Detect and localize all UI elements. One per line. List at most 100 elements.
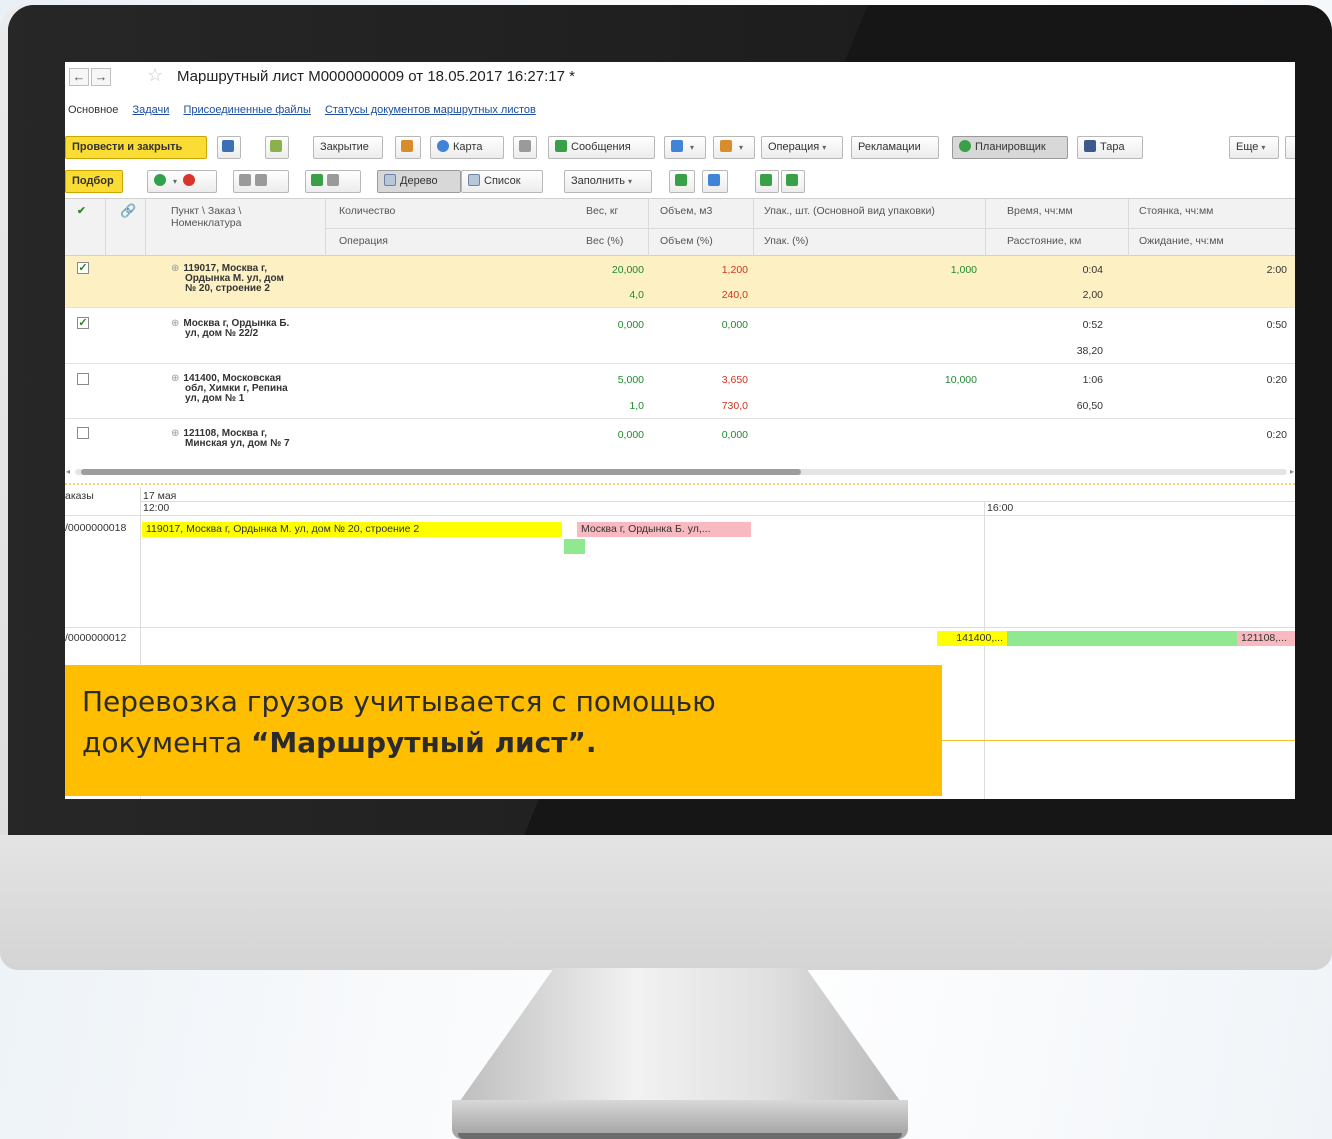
col-point-header[interactable]: Пункт \ Заказ \ bbox=[171, 205, 241, 217]
sort-up-icon bbox=[239, 174, 251, 186]
col-waiting-header[interactable]: Ожидание, чч:мм bbox=[1139, 235, 1224, 247]
col-time-header[interactable]: Время, чч:мм bbox=[1007, 205, 1073, 217]
operation-menu-button[interactable]: Операция ▾ bbox=[761, 136, 843, 159]
claims-button[interactable]: Рекламации bbox=[851, 136, 939, 159]
tab-tasks[interactable]: Задачи bbox=[132, 104, 169, 116]
copy-icon bbox=[327, 174, 339, 186]
optimize-button[interactable] bbox=[669, 170, 695, 193]
check-column-icon[interactable]: ✔ bbox=[77, 205, 86, 217]
table-row[interactable]: ⊕ 141400, Московская обл, Химки г, Репина… bbox=[65, 365, 1295, 419]
extra-button[interactable] bbox=[1285, 136, 1295, 159]
center-button[interactable] bbox=[702, 170, 728, 193]
favorite-star-icon[interactable]: ☆ bbox=[147, 65, 163, 86]
pick-button[interactable]: Подбор bbox=[65, 170, 123, 193]
scrollbar-thumb[interactable] bbox=[81, 469, 801, 475]
planner-bar-trip[interactable]: 121108,... bbox=[1237, 631, 1295, 646]
table-row[interactable]: ⊕ 121108, Москва г, Минская ул, дом № 7 0… bbox=[65, 420, 1295, 464]
row-checkbox[interactable]: ✓ bbox=[77, 262, 89, 274]
weight-value: 0,000 bbox=[617, 319, 644, 331]
more-menu-button[interactable]: Еще ▾ bbox=[1229, 136, 1279, 159]
address-line-2: Минская ул, дом № 7 bbox=[185, 438, 290, 449]
expand-icon[interactable]: ⊕ bbox=[171, 318, 179, 329]
document-button[interactable] bbox=[513, 136, 537, 159]
col-parking-header[interactable]: Стоянка, чч:мм bbox=[1139, 205, 1213, 217]
tab-attached-files[interactable]: Присоединенные файлы bbox=[183, 104, 310, 116]
expand-icon[interactable]: ⊕ bbox=[171, 263, 179, 274]
delete-icon bbox=[183, 174, 196, 186]
scroll-left-icon[interactable]: ◂ bbox=[66, 467, 70, 476]
users-icon bbox=[720, 140, 732, 152]
parking-value: 2:00 bbox=[1266, 264, 1287, 276]
edit-button[interactable] bbox=[781, 170, 805, 193]
tree-label: Дерево bbox=[400, 175, 438, 187]
planner-label: Планировщик bbox=[975, 141, 1046, 153]
planner-button[interactable]: Планировщик bbox=[952, 136, 1068, 159]
row-checkbox[interactable]: ✓ bbox=[77, 317, 89, 329]
back-arrow-icon[interactable]: ← bbox=[69, 68, 89, 86]
col-pack-pct-header[interactable]: Упак. (%) bbox=[764, 235, 808, 247]
planner-bar-travel[interactable] bbox=[564, 539, 585, 554]
planner-row-id: /0000000012 bbox=[65, 632, 127, 644]
map-button[interactable]: Карта bbox=[430, 136, 504, 159]
col-distance-header[interactable]: Расстояние, км bbox=[1007, 235, 1081, 247]
form-tabs: Основное Задачи Присоединенные файлы Ста… bbox=[65, 104, 547, 120]
tree-view-button[interactable]: Дерево bbox=[377, 170, 461, 193]
distance-value: 38,20 bbox=[1076, 345, 1103, 357]
table-row[interactable]: ✓ ⊕ Москва г, Ордынка Б. ул, дом № 22/2 0… bbox=[65, 309, 1295, 364]
planner-bar-trip[interactable]: Москва г, Ордынка Б. ул,... bbox=[577, 522, 751, 537]
add-remove-group[interactable]: ▾ bbox=[147, 170, 217, 193]
fill-menu-button[interactable]: Заполнить ▾ bbox=[564, 170, 652, 193]
list-label: Список bbox=[484, 175, 521, 187]
col-weight-pct-header[interactable]: Вес (%) bbox=[586, 235, 623, 247]
col-weight-header[interactable]: Вес, кг bbox=[586, 205, 618, 217]
forward-arrow-icon[interactable]: → bbox=[91, 68, 111, 86]
table-row[interactable]: ✓ ⊕ 119017, Москва г, Ордынка М. ул, дом … bbox=[65, 256, 1295, 308]
planner-bar-trip[interactable]: 119017, Москва г, Ордынка М. ул, дом № 2… bbox=[142, 522, 562, 537]
col-nomenclature-header[interactable]: Номенклатура bbox=[171, 217, 241, 229]
col-volume-pct-header[interactable]: Объем (%) bbox=[660, 235, 713, 247]
row-checkbox[interactable] bbox=[77, 373, 89, 385]
col-quantity-header[interactable]: Количество bbox=[339, 205, 395, 217]
report-button[interactable] bbox=[265, 136, 289, 159]
scroll-right-icon[interactable]: ▸ bbox=[1290, 467, 1294, 476]
tab-document-statuses[interactable]: Статусы документов маршрутных листов bbox=[325, 104, 536, 116]
grid-button[interactable] bbox=[755, 170, 779, 193]
table-toolbar: Подбор ▾ Дерево Список Заполнить ▾ bbox=[65, 170, 1295, 194]
tare-label: Тара bbox=[1100, 141, 1125, 153]
splitter[interactable] bbox=[65, 483, 1295, 485]
tab-main[interactable]: Основное bbox=[68, 104, 118, 116]
attachment-column-icon[interactable]: 🔗 bbox=[120, 203, 136, 219]
chevron-down-icon: ▾ bbox=[739, 143, 744, 152]
messages-label: Сообщения bbox=[571, 141, 631, 153]
list-view-button[interactable]: Список bbox=[461, 170, 543, 193]
copy-buttons[interactable] bbox=[305, 170, 361, 193]
main-toolbar: Провести и закрыть Закрытие Карта Сообще… bbox=[65, 136, 1295, 160]
orders-column-label: аказы bbox=[65, 490, 94, 502]
expand-icon[interactable]: ⊕ bbox=[171, 373, 179, 384]
planner-bar-travel[interactable] bbox=[1007, 631, 1237, 646]
more-label: Еще bbox=[1236, 141, 1259, 153]
parking-value: 0:20 bbox=[1266, 374, 1287, 386]
closing-button[interactable]: Закрытие bbox=[313, 136, 383, 159]
grid-icon bbox=[760, 174, 772, 186]
post-and-close-button[interactable]: Провести и закрыть bbox=[65, 136, 207, 159]
col-operation-header[interactable]: Операция bbox=[339, 235, 388, 247]
time-value: 0:04 bbox=[1082, 264, 1103, 276]
tare-icon bbox=[1084, 140, 1096, 152]
tare-button[interactable]: Тара bbox=[1077, 136, 1143, 159]
sort-buttons[interactable] bbox=[233, 170, 289, 193]
row-checkbox[interactable] bbox=[77, 427, 89, 439]
time-value: 1:06 bbox=[1082, 374, 1103, 386]
col-volume-header[interactable]: Объем, м3 bbox=[660, 205, 712, 217]
planner-bar-trip[interactable]: 141400,... bbox=[937, 631, 1007, 646]
col-pack-header[interactable]: Упак., шт. (Основной вид упаковки) bbox=[764, 205, 935, 217]
expand-icon[interactable]: ⊕ bbox=[171, 428, 179, 439]
table-horizontal-scrollbar[interactable]: ◂ ▸ bbox=[65, 467, 1295, 477]
currency-button[interactable] bbox=[395, 136, 421, 159]
route-icon bbox=[675, 174, 687, 186]
print-menu-button[interactable]: ▾ bbox=[664, 136, 706, 159]
sort-down-icon bbox=[255, 174, 267, 186]
save-button[interactable] bbox=[217, 136, 241, 159]
messages-button[interactable]: Сообщения bbox=[548, 136, 655, 159]
users-menu-button[interactable]: ▾ bbox=[713, 136, 755, 159]
